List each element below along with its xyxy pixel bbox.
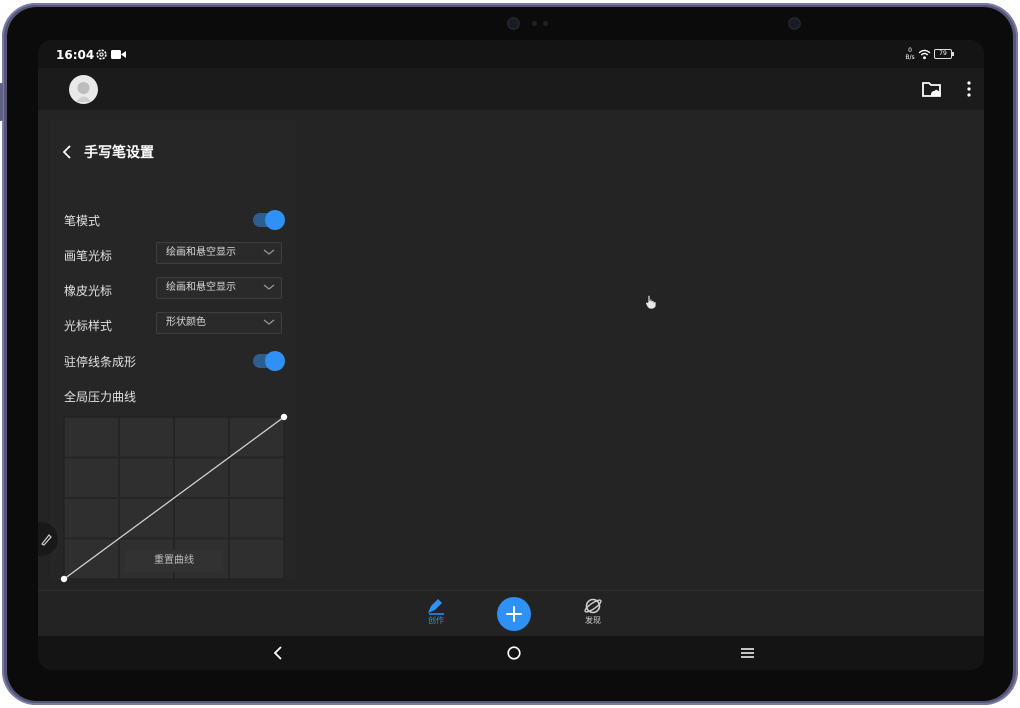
nav-create-label: 创作 xyxy=(428,616,444,625)
stroke-shape-toggle[interactable] xyxy=(253,351,285,371)
cursor-style-select[interactable]: 形状颜色 xyxy=(156,312,282,334)
pen-mode-toggle[interactable] xyxy=(253,210,285,230)
toggle-knob xyxy=(265,210,285,230)
avatar[interactable] xyxy=(69,75,98,104)
sensor-dot xyxy=(532,21,537,26)
eraser-cursor-label: 橡皮光标 xyxy=(64,284,113,298)
cursor-style-value: 形状颜色 xyxy=(166,317,206,328)
chevron-down-icon xyxy=(263,319,275,325)
network-speed: 0 B/s xyxy=(905,47,915,61)
nav-discover-label: 发现 xyxy=(585,616,601,625)
curve-handle-start[interactable] xyxy=(60,575,68,583)
side-button xyxy=(0,83,3,121)
wifi-icon xyxy=(918,49,931,60)
brush-cursor-label: 画笔光标 xyxy=(64,249,113,263)
screen: 16:04 0 B/s 79 手写笔设置 笔模式 画笔光标 绘画和悬空显示 橡皮… xyxy=(38,40,984,670)
back-icon[interactable] xyxy=(62,145,72,159)
pressure-curve-label: 全局压力曲线 xyxy=(64,390,137,404)
pen-settings-panel: 手写笔设置 笔模式 画笔光标 绘画和悬空显示 橡皮光标 绘画和悬空显示 光标样式 xyxy=(50,120,296,583)
chevron-down-icon xyxy=(263,284,275,290)
panel-title: 手写笔设置 xyxy=(84,145,154,161)
system-nav-bar xyxy=(38,636,984,670)
front-camera xyxy=(509,19,518,28)
status-bar: 16:04 0 B/s 79 xyxy=(38,40,984,68)
app-bar xyxy=(38,68,984,110)
pen-mode-label: 笔模式 xyxy=(64,214,101,228)
curve-handle-end[interactable] xyxy=(280,413,288,421)
clock: 16:04 xyxy=(56,48,95,62)
more-icon[interactable] xyxy=(966,81,972,97)
stroke-shape-label: 驻停线条成形 xyxy=(64,355,137,369)
video-icon xyxy=(111,50,126,59)
brush-cursor-select[interactable]: 绘画和悬空显示 xyxy=(156,242,282,264)
plus-icon xyxy=(506,606,522,622)
chevron-down-icon xyxy=(263,249,275,255)
canvas-area[interactable]: 手写笔设置 笔模式 画笔光标 绘画和悬空显示 橡皮光标 绘画和悬空显示 光标样式 xyxy=(38,110,984,590)
nav-menu-icon[interactable] xyxy=(741,647,754,659)
hand-cursor-icon xyxy=(645,294,657,310)
panel-header: 手写笔设置 xyxy=(62,142,154,162)
settings-icon xyxy=(96,49,107,60)
toggle-knob xyxy=(265,351,285,371)
bottom-nav: 创作 发现 xyxy=(38,590,984,636)
sensor-dot xyxy=(543,21,548,26)
nav-create[interactable]: 创作 xyxy=(422,597,450,626)
nav-discover[interactable]: 发现 xyxy=(580,597,606,626)
pen-edit-icon xyxy=(428,599,444,615)
battery-icon: 79 xyxy=(934,49,954,59)
eraser-cursor-select[interactable]: 绘画和悬空显示 xyxy=(156,277,282,299)
rear-camera-dot xyxy=(790,19,799,28)
nav-back-icon[interactable] xyxy=(273,646,283,660)
folder-cloud-icon[interactable] xyxy=(922,80,942,98)
reset-curve-button[interactable]: 重置曲线 xyxy=(125,550,223,572)
pen-icon xyxy=(41,534,52,546)
add-button[interactable] xyxy=(497,597,531,631)
nav-home-icon[interactable] xyxy=(507,646,521,660)
battery-level: 79 xyxy=(939,50,947,57)
brush-cursor-value: 绘画和悬空显示 xyxy=(166,247,236,258)
planet-icon xyxy=(584,598,602,614)
eraser-cursor-value: 绘画和悬空显示 xyxy=(166,282,236,293)
avatar-image xyxy=(76,82,91,102)
cursor-style-label: 光标样式 xyxy=(64,319,113,333)
